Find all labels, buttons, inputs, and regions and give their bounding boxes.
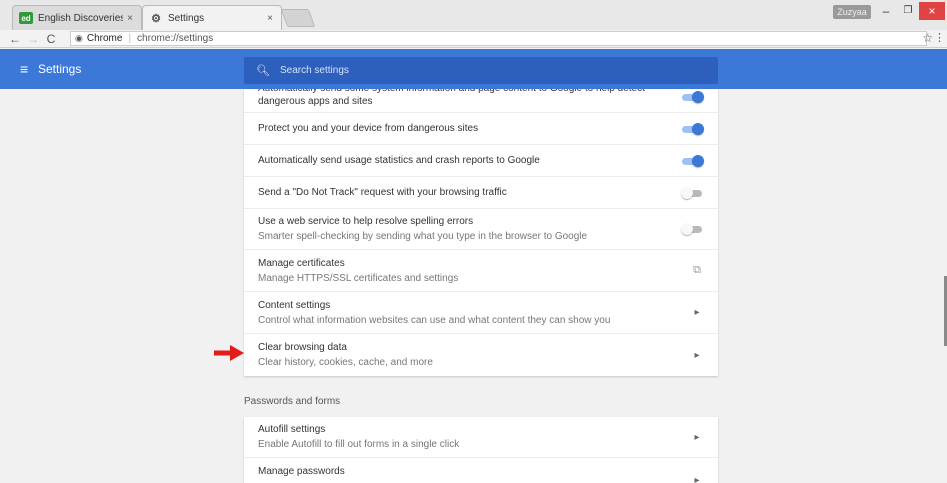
toggle-switch[interactable] (682, 154, 704, 167)
setting-row-usage-statistics[interactable]: Automatically send usage statistics and … (244, 145, 718, 177)
setting-label: Content settings (258, 299, 331, 311)
setting-row-clear-browsing-data[interactable]: Clear browsing data Clear history, cooki… (244, 334, 718, 376)
tab-english-discoveries[interactable]: ed English Discoveries × (12, 5, 142, 30)
setting-row-spelling-service[interactable]: Use a web service to help resolve spelli… (244, 209, 718, 250)
setting-description: Control what information websites can us… (258, 314, 611, 326)
setting-label: Use a web service to help resolve spelli… (258, 216, 474, 227)
search-settings-input[interactable]: 🔍︎ Search settings (244, 57, 718, 84)
tab-close-icon[interactable]: × (263, 13, 277, 24)
reload-icon[interactable]: C (42, 32, 60, 46)
setting-row-manage-passwords[interactable]: Manage passwords ▸ (244, 458, 718, 483)
toggle-switch[interactable] (681, 223, 704, 235)
url-text: chrome://settings (137, 33, 214, 44)
setting-label: Protect you and your device from dangero… (258, 123, 479, 134)
english-discoveries-favicon-icon: ed (19, 12, 33, 24)
chevron-right-icon[interactable]: ▸ (690, 307, 704, 318)
setting-label: Autofill settings (258, 424, 326, 435)
chrome-icon: ◉ (75, 33, 83, 43)
address-bar[interactable]: ◉ Chrome | chrome://settings (70, 31, 927, 46)
minimize-button[interactable]: – (875, 2, 897, 20)
setting-label: Manage passwords (258, 466, 345, 477)
section-title-passwords-and-forms: Passwords and forms (244, 396, 341, 407)
setting-row-protect-device[interactable]: Protect you and your device from dangero… (244, 113, 718, 145)
tab-close-icon[interactable]: × (123, 13, 137, 24)
setting-row-content-settings[interactable]: Content settings Control what informatio… (244, 292, 718, 334)
setting-description: Manage HTTPS/SSL certificates and settin… (258, 272, 459, 284)
setting-row-autofill[interactable]: Autofill settings Enable Autofill to fil… (244, 417, 718, 458)
hamburger-menu-icon[interactable]: ≡ (20, 61, 28, 77)
chevron-right-icon[interactable]: ▸ (690, 475, 704, 483)
tab-title: English Discoveries (38, 12, 123, 24)
browser-toolbar: ← → C ◉ Chrome | chrome://settings ☆ ⋮ (0, 30, 947, 48)
back-arrow-icon[interactable]: ← (6, 32, 24, 46)
maximize-button[interactable]: ❐ (897, 2, 919, 20)
setting-label: Clear browsing data (258, 342, 347, 353)
new-tab-button[interactable] (280, 9, 316, 27)
menu-dots-icon[interactable]: ⋮ (934, 31, 945, 44)
search-icon: 🔍︎ (256, 65, 270, 77)
red-arrow-icon (214, 345, 244, 361)
chevron-right-icon[interactable]: ▸ (690, 350, 704, 361)
setting-row-manage-certificates[interactable]: Manage certificates Manage HTTPS/SSL cer… (244, 250, 718, 292)
profile-button[interactable]: Zuzyaa (833, 5, 871, 19)
tab-strip: ed English Discoveries × ⚙ Settings × Zu… (0, 0, 947, 30)
search-placeholder: Search settings (279, 65, 349, 76)
page-title: Settings (38, 62, 82, 76)
tab-settings[interactable]: ⚙ Settings × (142, 5, 282, 30)
setting-row-safe-browsing-reports[interactable]: Automatically send some system informati… (244, 89, 718, 113)
site-chip: Chrome (86, 33, 123, 44)
toggle-switch[interactable] (682, 122, 704, 135)
setting-description: Enable Autofill to fill out forms in a s… (258, 439, 460, 450)
gear-icon: ⚙ (151, 12, 161, 25)
close-window-button[interactable]: × (919, 2, 945, 20)
chevron-right-icon[interactable]: ▸ (690, 432, 704, 443)
external-link-icon[interactable]: ⧉ (690, 264, 704, 277)
star-icon[interactable]: ☆ (922, 31, 933, 45)
toggle-switch[interactable] (682, 91, 704, 103)
setting-description: Clear history, cookies, cache, and more (258, 357, 433, 368)
tab-title: Settings (168, 12, 205, 24)
setting-row-do-not-track[interactable]: Send a "Do Not Track" request with your … (244, 177, 718, 209)
address-separator: | (128, 33, 132, 44)
setting-label: Automatically send usage statistics and … (258, 155, 540, 166)
privacy-card: Automatically send some system informati… (244, 89, 718, 376)
setting-description: Smarter spell-checking by sending what y… (258, 231, 588, 242)
toggle-switch[interactable] (681, 186, 704, 199)
setting-label: Automatically send some system informati… (258, 89, 645, 107)
setting-label: Send a "Do Not Track" request with your … (258, 187, 507, 198)
forward-arrow-icon[interactable]: → (24, 32, 42, 46)
passwords-card: Autofill settings Enable Autofill to fil… (244, 417, 718, 483)
setting-label: Manage certificates (258, 257, 345, 269)
